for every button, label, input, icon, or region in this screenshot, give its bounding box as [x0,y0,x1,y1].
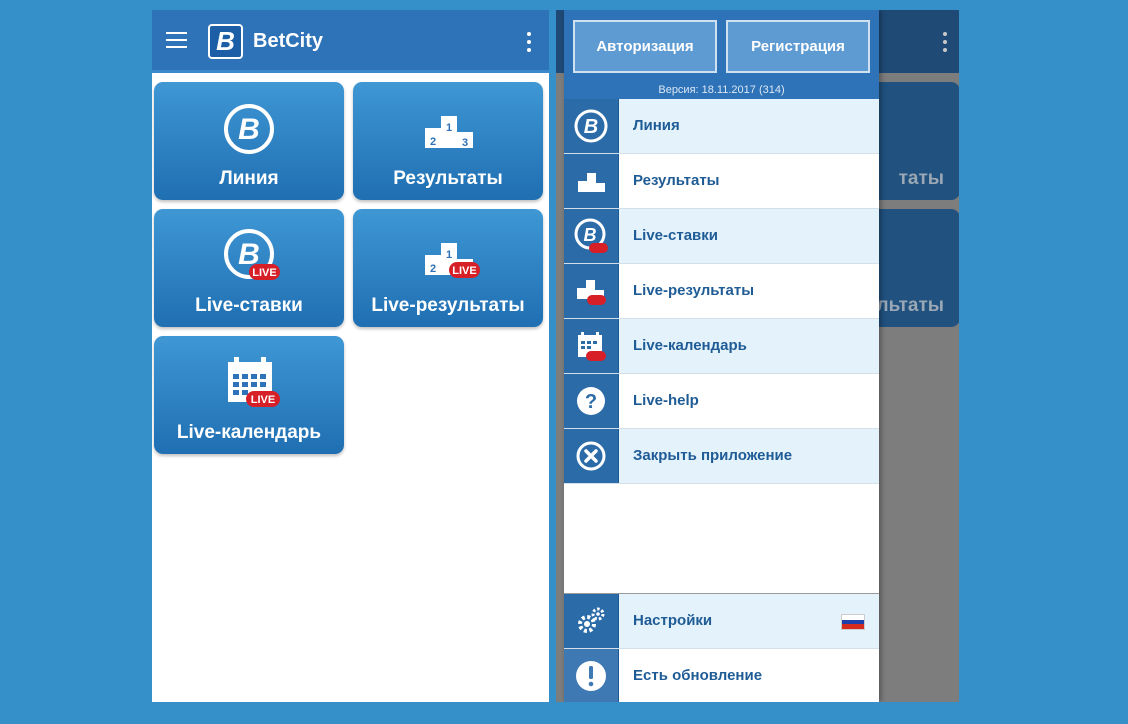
svg-text:B: B [584,116,598,138]
svg-text:1: 1 [446,249,452,261]
betcity-b-live-icon: B [564,209,619,263]
podium-live-icon: 1 2 LIVE [425,243,480,278]
drawer-item-line[interactable]: B Линия [564,99,879,154]
drawer-item-live-results[interactable]: Live-результаты [564,264,879,319]
drawer-item-label: Настройки [633,612,713,629]
svg-text:2: 2 [430,136,436,148]
svg-text:B: B [238,113,260,146]
svg-text:2: 2 [430,263,436,275]
navigation-drawer: Авторизация Регистрация Версия: 18.11.20… [564,10,879,702]
tile-label: Результаты [393,168,503,189]
gears-icon [564,594,619,648]
svg-text:LIVE: LIVE [251,394,275,406]
drawer-screen: таты льтаты Авторизация Регистрация Верс… [556,10,959,702]
main-screen: B BetCity B Линия 1 2 3 Результаты B LIV… [152,10,549,702]
tile-line[interactable]: B Линия [154,82,344,200]
close-circle-icon [564,429,619,483]
drawer-item-live-help[interactable]: ? Live-help [564,374,879,429]
question-icon: ? [564,374,619,428]
tile-live-results[interactable]: 1 2 LIVE Live-результаты [353,209,543,327]
drawer-item-label: Live-календарь [633,337,747,354]
svg-text:3: 3 [462,137,468,149]
betcity-logo-icon: B [208,24,243,59]
drawer-item-live-bets[interactable]: B Live-ставки [564,209,879,264]
drawer-item-label: Результаты [633,172,720,189]
tile-live-bets[interactable]: B LIVE Live-ставки [154,209,344,327]
tile-results[interactable]: 1 2 3 Результаты [353,82,543,200]
betcity-b-icon: B [224,104,274,154]
tile-label: Live-ставки [195,295,303,316]
app-title: BetCity [253,30,324,52]
tile-label: Линия [219,168,279,189]
drawer-item-live-calendar[interactable]: Live-календарь [564,319,879,374]
drawer-item-update[interactable]: Есть обновление [564,649,879,702]
calendar-live-icon [564,319,619,373]
svg-text:1: 1 [446,122,452,134]
drawer-item-close-app[interactable]: Закрыть приложение [564,429,879,484]
drawer-item-settings[interactable]: Настройки [564,594,879,649]
tile-label: Live-календарь [176,422,322,443]
register-button[interactable]: Регистрация [726,20,870,73]
more-options-icon[interactable] [527,32,531,52]
exclamation-icon [564,649,619,702]
drawer-item-results[interactable]: Результаты [564,154,879,209]
calendar-live-icon: LIVE [228,357,280,407]
more-options-icon[interactable] [943,32,947,52]
drawer-item-label: Закрыть приложение [633,447,793,464]
betcity-b-live-icon: B LIVE [224,229,280,280]
tile-label: Live-результаты [371,295,525,316]
svg-text:LIVE: LIVE [452,265,476,277]
svg-text:LIVE: LIVE [252,267,276,279]
login-button[interactable]: Авторизация [573,20,717,73]
version-label: Версия: 18.11.2017 (314) [658,84,785,96]
drawer-item-label: Есть обновление [633,667,763,684]
svg-text:B: B [584,225,597,245]
podium-live-icon [564,264,619,318]
podium-icon [564,154,619,208]
drawer-item-label: Live-ставки [633,227,718,244]
dimmed-tile-label: таты [898,168,944,189]
menu-icon[interactable] [166,32,187,48]
svg-text:?: ? [585,391,597,413]
podium-icon: 1 2 3 [425,116,473,149]
app-bar: B BetCity [152,10,549,73]
drawer-item-label: Live-результаты [633,282,755,299]
betcity-b-icon: B [564,99,619,153]
russia-flag-icon[interactable] [841,614,865,630]
drawer-header: Авторизация Регистрация Версия: 18.11.20… [564,10,879,99]
drawer-item-label: Линия [633,117,680,134]
dimmed-tile-label: льтаты [876,295,944,316]
tile-live-calendar[interactable]: LIVE Live-календарь [154,336,344,454]
drawer-item-label: Live-help [633,392,699,409]
